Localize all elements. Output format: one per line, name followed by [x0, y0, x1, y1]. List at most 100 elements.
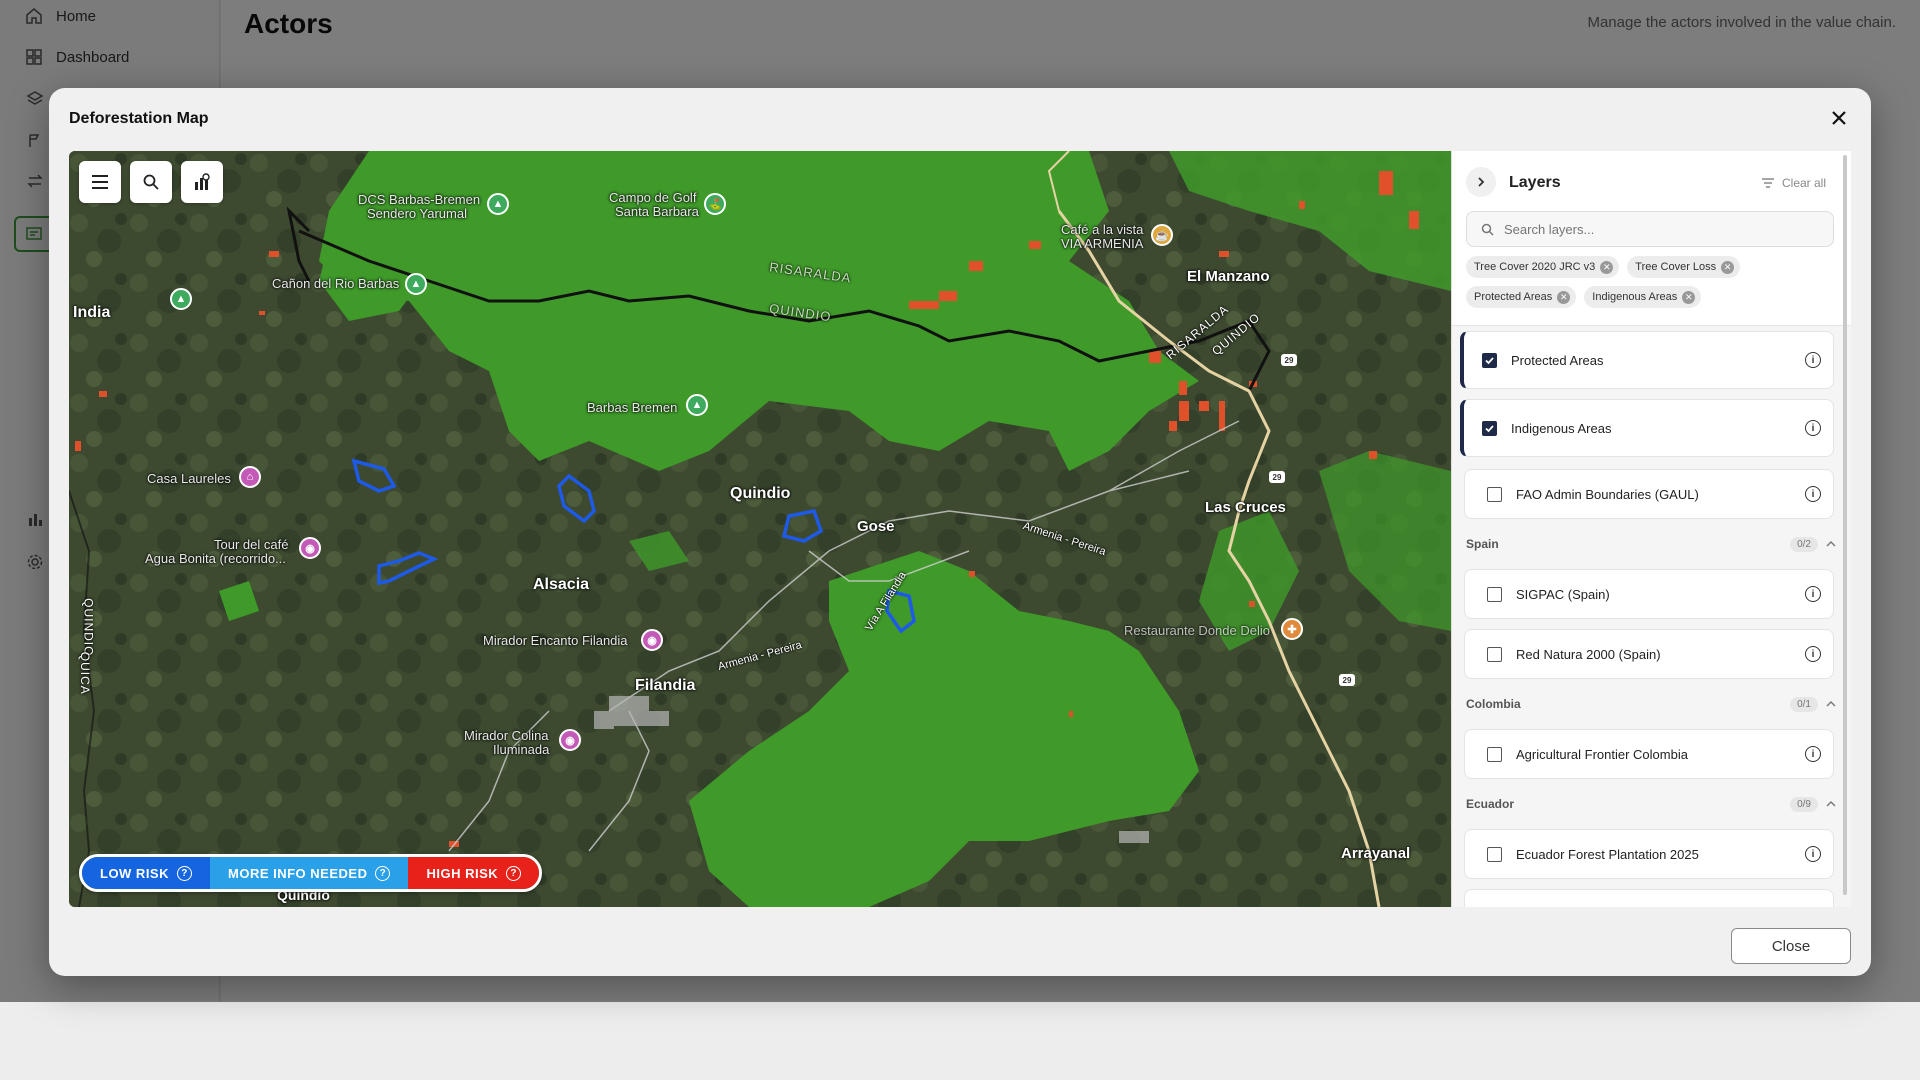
checkbox[interactable]: [1487, 486, 1502, 502]
layer-sigpac[interactable]: SIGPAC (Spain) i: [1464, 569, 1834, 619]
cafe-pin-icon[interactable]: ☕: [1151, 224, 1173, 246]
clear-all-button[interactable]: Clear all: [1761, 176, 1826, 190]
map-toolbar: [79, 161, 223, 203]
checkbox[interactable]: [1487, 746, 1502, 762]
camera-pin-icon[interactable]: ◉: [299, 537, 321, 559]
map-label-dcs: DCS Barbas-Bremen: [358, 192, 481, 207]
help-icon[interactable]: ?: [375, 865, 391, 881]
close-button[interactable]: Close: [1731, 928, 1851, 964]
legend-high-risk[interactable]: HIGH RISK?: [408, 857, 540, 889]
group-ecuador[interactable]: Ecuador 0/9: [1466, 794, 1836, 814]
chevron-up-icon: [1826, 541, 1836, 547]
restaurant-pin-icon[interactable]: ✚: [1281, 618, 1303, 640]
chip-tree-cover-loss: Tree Cover Loss ✕: [1627, 256, 1741, 278]
group-count: 0/2: [1790, 536, 1818, 552]
chevron-up-icon: [1826, 801, 1836, 807]
map-label-casa-laureles: Casa Laureles: [147, 471, 231, 486]
remove-chip-icon[interactable]: ✕: [1600, 260, 1614, 274]
park-pin-icon[interactable]: ▲: [405, 273, 427, 295]
map-label-restaurante: Restaurante Donde Delio: [1124, 623, 1270, 638]
help-icon[interactable]: ?: [177, 865, 192, 881]
park-pin-icon[interactable]: ▲: [170, 288, 192, 310]
chip-tree-cover: Tree Cover 2020 JRC v3 ✕: [1466, 256, 1620, 278]
menu-button[interactable]: [79, 161, 121, 203]
checkbox[interactable]: [1487, 586, 1502, 602]
search-icon: [1481, 223, 1494, 236]
map-label-left-quindio: QUINDIO: [81, 598, 96, 657]
chevron-up-icon: [1826, 701, 1836, 707]
layer-search[interactable]: [1466, 211, 1834, 247]
map-label-arrayanal: Arrayanal: [1341, 845, 1411, 862]
legend-more-info[interactable]: MORE INFO NEEDED?: [210, 857, 409, 889]
info-icon[interactable]: i: [1805, 486, 1821, 502]
camera-pin-icon[interactable]: ◉: [641, 629, 663, 651]
checkbox[interactable]: [1487, 846, 1502, 862]
layers-panel-header: Layers Clear all Tree Cover 2020 JRC v3✕…: [1452, 151, 1851, 326]
route-shield: 29: [1269, 471, 1285, 483]
info-icon[interactable]: i: [1805, 746, 1821, 762]
layer-ecuador-forest[interactable]: Ecuador Forest Plantation 2025 i: [1464, 829, 1834, 879]
route-shield: 29: [1281, 354, 1297, 366]
info-icon[interactable]: i: [1805, 352, 1821, 368]
map-search-button[interactable]: [130, 161, 172, 203]
info-icon[interactable]: i: [1805, 846, 1821, 862]
layers-title: Layers: [1509, 174, 1561, 191]
map-label-barbas-bremen: Barbas Bremen: [587, 400, 678, 415]
map-label-campo: Campo de Golf: [609, 190, 697, 205]
info-icon[interactable]: i: [1805, 420, 1821, 436]
layer-fao-admin[interactable]: FAO Admin Boundaries (GAUL) i: [1464, 469, 1834, 519]
layers-panel: Layers Clear all Tree Cover 2020 JRC v3✕…: [1451, 151, 1851, 907]
map-label-via-armenia: VIA ARMENIA: [1061, 236, 1144, 251]
park-pin-icon[interactable]: ▲: [487, 193, 509, 215]
active-layer-chips: Tree Cover 2020 JRC v3 ✕ Tree Cover Loss ✕…: [1466, 256, 1846, 308]
map-label-agua-bonita: Agua Bonita (recorrido...: [145, 551, 286, 566]
help-icon[interactable]: ?: [506, 865, 522, 881]
map-label-santa-barbara: Santa Barbara: [615, 204, 699, 219]
info-icon[interactable]: i: [1805, 646, 1821, 662]
group-count: 0/1: [1790, 696, 1818, 712]
footer-area: [0, 1002, 1920, 1080]
hotel-pin-icon[interactable]: ⌂: [239, 466, 261, 488]
search-icon: [143, 174, 159, 190]
layer-red-natura[interactable]: Red Natura 2000 (Spain) i: [1464, 629, 1834, 679]
deforestation-map-modal: Deforestation Map India Cañon del Rio Ba…: [49, 88, 1871, 976]
map-label-gose: Gose: [857, 518, 895, 535]
map-label-sendero: Sendero Yarumal: [367, 206, 467, 221]
map-label-mirador-colina: Mirador Colina: [464, 728, 549, 743]
chip-indigenous-areas: Indigenous Areas ✕: [1584, 286, 1702, 308]
map-label-canon: Cañon del Rio Barbas: [272, 276, 400, 291]
map-canvas[interactable]: India Cañon del Rio Barbas DCS Barbas-Br…: [69, 151, 1451, 907]
group-spain[interactable]: Spain 0/2: [1466, 534, 1836, 554]
risk-legend: LOW RISK? MORE INFO NEEDED? HIGH RISK?: [79, 854, 543, 892]
checkbox[interactable]: [1487, 906, 1502, 907]
stats-icon: [195, 173, 210, 190]
layer-next-partial[interactable]: [1464, 889, 1834, 907]
remove-chip-icon[interactable]: ✕: [1682, 290, 1696, 304]
group-colombia[interactable]: Colombia 0/1: [1466, 694, 1836, 714]
legend-low-risk[interactable]: LOW RISK?: [82, 857, 210, 889]
map-label-mirador-encanto: Mirador Encanto Filandia: [483, 633, 628, 648]
map-label-tour: Tour del café: [214, 537, 289, 552]
park-pin-icon[interactable]: ▲: [686, 394, 708, 416]
layer-agricultural-frontier[interactable]: Agricultural Frontier Colombia i: [1464, 729, 1834, 779]
remove-chip-icon[interactable]: ✕: [1557, 290, 1571, 304]
layer-protected-areas[interactable]: Protected Areas i: [1460, 331, 1834, 389]
golf-pin-icon[interactable]: ⛳: [704, 193, 726, 215]
collapse-panel-button[interactable]: [1466, 167, 1496, 197]
layers-scrollbar[interactable]: [1843, 155, 1847, 895]
map-label-left-quica: QUICA: [77, 651, 92, 695]
map-stats-button[interactable]: [181, 161, 223, 203]
checkbox-checked[interactable]: [1482, 352, 1497, 368]
remove-chip-icon[interactable]: ✕: [1721, 260, 1735, 274]
map-label-india: India: [73, 304, 111, 321]
map-label-cafe: Café a la vista: [1061, 222, 1144, 237]
chip-protected-areas: Protected Areas ✕: [1466, 286, 1577, 308]
camera-pin-icon[interactable]: ◉: [559, 729, 581, 751]
map-label-alsacia: Alsacia: [533, 576, 590, 593]
layer-indigenous-areas[interactable]: Indigenous Areas i: [1460, 399, 1834, 457]
info-icon[interactable]: i: [1805, 586, 1821, 602]
layer-search-input[interactable]: [1504, 221, 1824, 237]
checkbox[interactable]: [1487, 646, 1502, 662]
close-icon[interactable]: [1825, 104, 1853, 132]
checkbox-checked[interactable]: [1482, 420, 1497, 436]
